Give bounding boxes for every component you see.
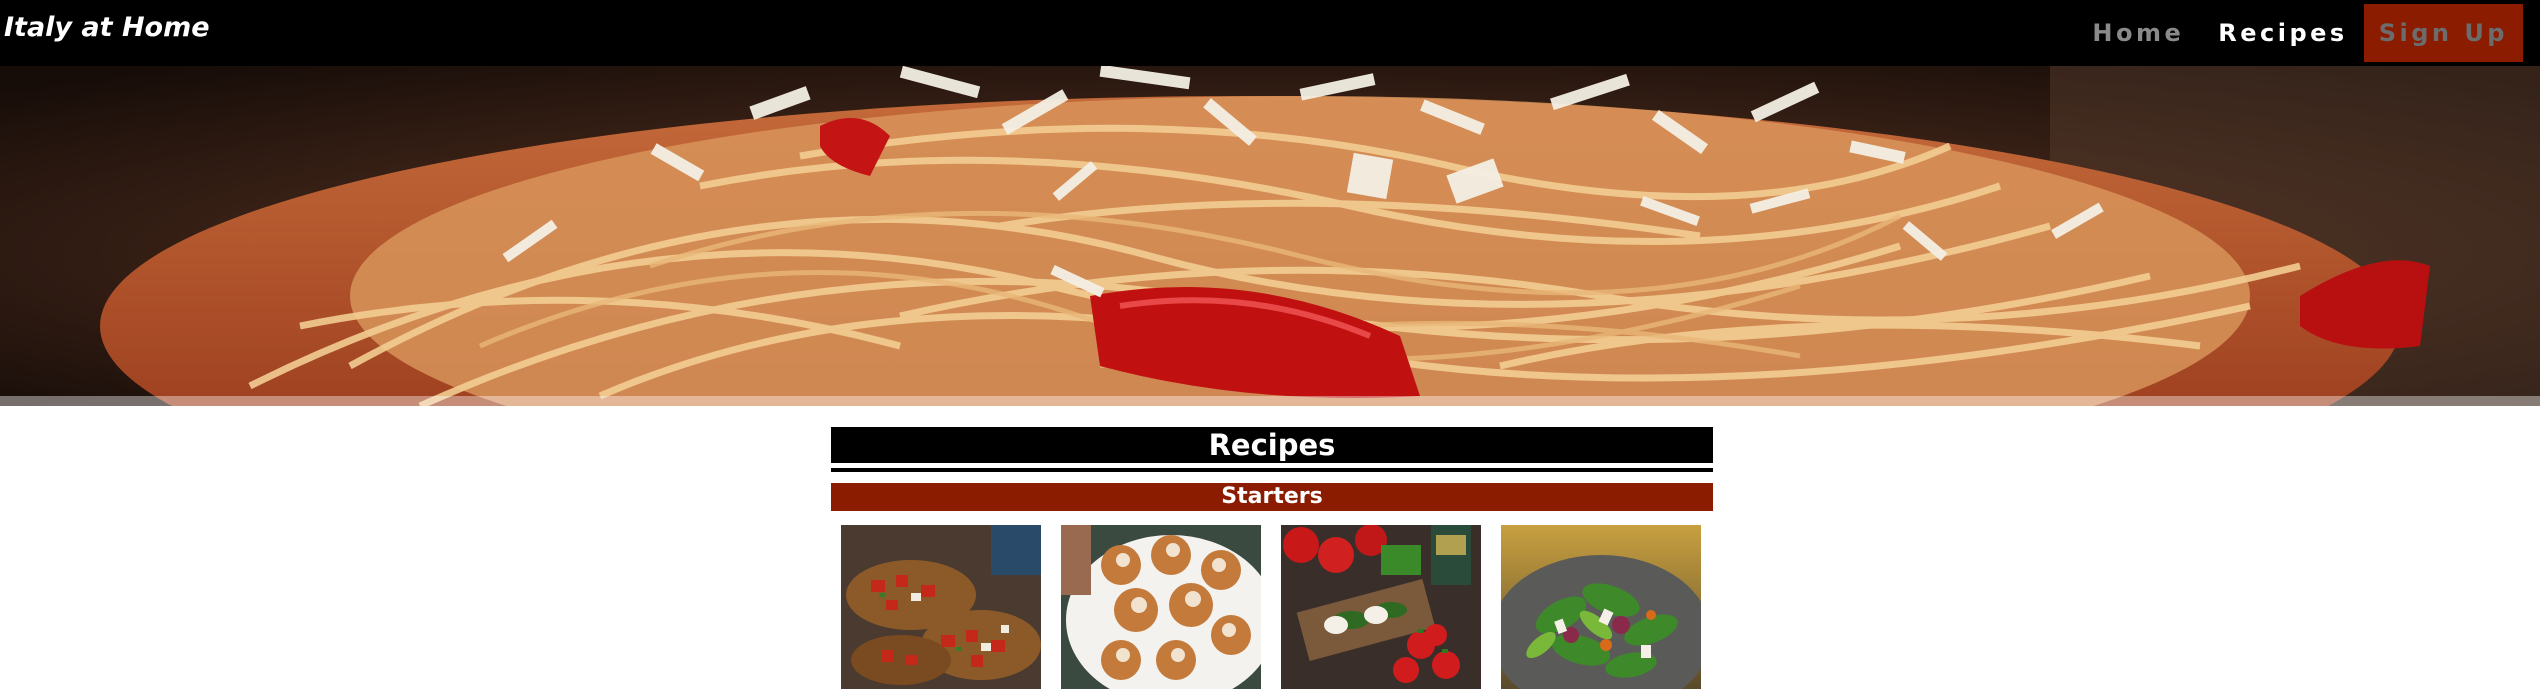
- brand-logo[interactable]: Italy at Home: [4, 12, 210, 43]
- green-salad-photo: [1501, 525, 1701, 689]
- nav-links: Home Recipes Sign Up: [2092, 0, 2523, 66]
- nav-link-recipes[interactable]: Recipes: [2218, 19, 2347, 47]
- arancini-photo: [1061, 525, 1261, 689]
- recipe-card-bruschetta[interactable]: [841, 525, 1041, 689]
- caprese-skewers-photo: [1281, 525, 1481, 689]
- signup-button[interactable]: Sign Up: [2363, 4, 2523, 62]
- spaghetti-hero-illustration: [0, 66, 2540, 406]
- recipe-card-grid: [831, 511, 1713, 689]
- nav-link-home[interactable]: Home: [2092, 19, 2184, 47]
- recipes-section: Recipes Starters: [831, 427, 1713, 689]
- bruschetta-photo: [841, 525, 1041, 689]
- recipe-card-salad[interactable]: [1501, 525, 1701, 689]
- hero-banner-image: [0, 66, 2540, 406]
- top-navbar: Italy at Home Home Recipes Sign Up: [0, 0, 2540, 66]
- page-title: Recipes: [831, 427, 1713, 463]
- recipe-card-arancini[interactable]: [1061, 525, 1261, 689]
- category-heading-starters: Starters: [831, 483, 1713, 511]
- title-divider: [831, 468, 1713, 472]
- recipe-card-caprese[interactable]: [1281, 525, 1481, 689]
